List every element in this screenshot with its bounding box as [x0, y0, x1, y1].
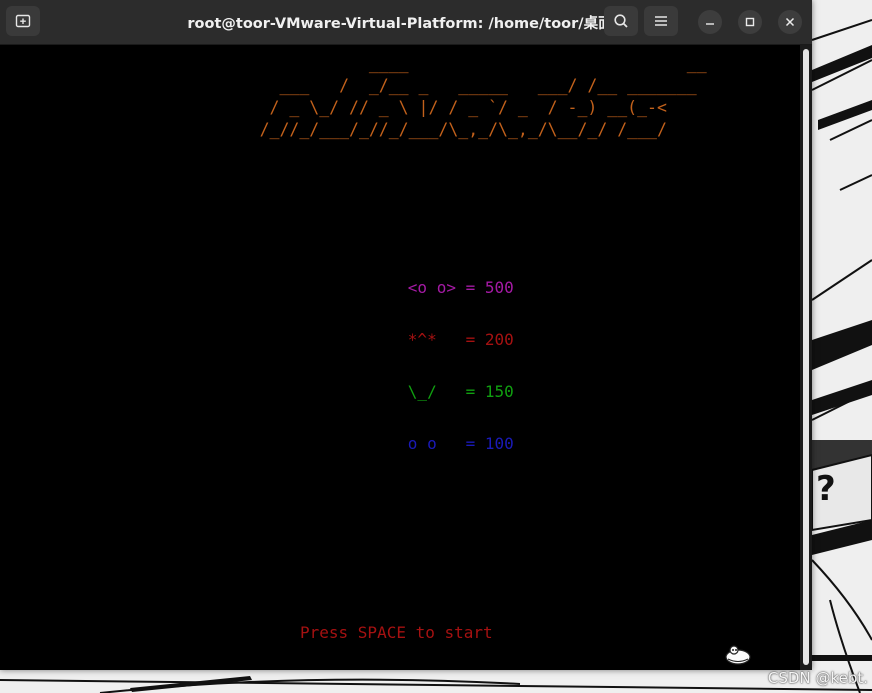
watermark-text: CSDN @kebt. [767, 669, 868, 687]
start-prompt: Press SPACE to start [300, 623, 493, 642]
score-row-200: *^* = 200 [350, 311, 514, 368]
alien-sprite: o o [407, 434, 456, 453]
alien-sprite: \_/ [407, 382, 456, 401]
maximize-button[interactable] [738, 10, 762, 34]
logo-line: ____ __ [200, 54, 707, 73]
minimize-button[interactable] [698, 10, 722, 34]
logo-line: ___ / _/__ _ _____ ___/ /__ _______ [200, 76, 697, 95]
alien-sprite: <o o> [407, 278, 456, 297]
maximize-icon [745, 17, 755, 27]
menu-button[interactable] [644, 6, 678, 36]
close-icon [785, 17, 795, 27]
new-tab-icon [15, 14, 31, 28]
terminal-scrollbar[interactable] [800, 45, 812, 670]
window-titlebar[interactable]: root@toor-VMware-Virtual-Platform: /home… [0, 0, 812, 45]
scrollbar-thumb[interactable] [803, 49, 809, 665]
close-button[interactable] [778, 10, 802, 34]
score-row-100: o o = 100 [350, 415, 514, 472]
minimize-icon [706, 23, 714, 25]
search-icon [614, 14, 628, 28]
score-value: = 500 [465, 278, 514, 297]
logo-line: /_//_/___/_//_/___/\_,_/\_,_/\__/_/ /___… [200, 120, 667, 139]
sticker-icon [725, 645, 751, 665]
terminal-screen[interactable]: ____ __ ___ / _/__ _ _____ ___/ /__ ____… [0, 45, 800, 670]
window-title: root@toor-VMware-Virtual-Platform: /home… [187, 16, 613, 32]
score-value: = 200 [465, 330, 514, 349]
terminal-window: root@toor-VMware-Virtual-Platform: /home… [0, 0, 812, 670]
score-row-500: <o o> = 500 [350, 259, 514, 316]
hamburger-menu-icon [655, 16, 667, 26]
score-row-150: \_/ = 150 [350, 363, 514, 420]
search-button[interactable] [604, 6, 638, 36]
score-value: = 150 [465, 382, 514, 401]
logo-line: / _ \_/ // _ \ |/ / _ `/ _ / -_) __(_-< [200, 98, 667, 117]
new-tab-button[interactable] [6, 6, 40, 36]
svg-text:?: ? [816, 469, 836, 509]
alien-sprite: *^* [407, 330, 456, 349]
game-logo: ____ __ ___ / _/__ _ _____ ___/ /__ ____… [200, 53, 707, 141]
score-value: = 100 [465, 434, 514, 453]
